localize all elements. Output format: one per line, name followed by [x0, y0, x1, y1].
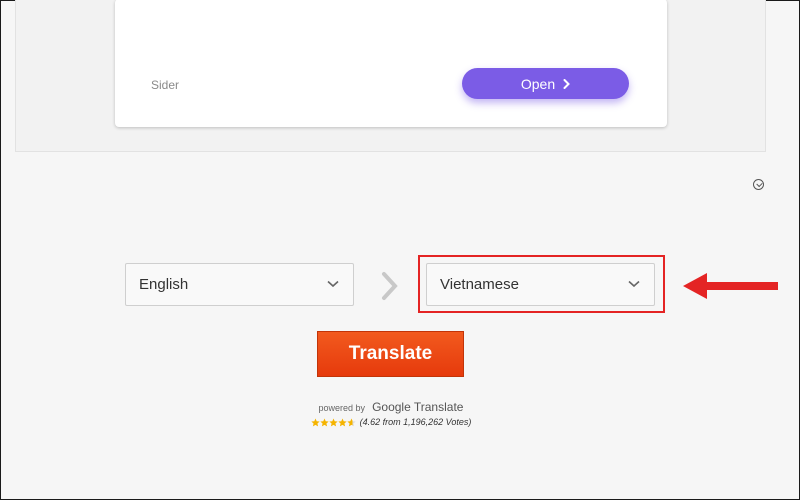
star-icon	[319, 418, 329, 426]
pointer-arrow-icon	[683, 273, 778, 299]
check-circle-icon[interactable]	[753, 179, 764, 190]
chevron-down-icon	[327, 280, 339, 288]
powered-by-label: powered by	[318, 403, 366, 413]
star-icon	[328, 418, 338, 426]
open-button-label: Open	[520, 75, 556, 92]
chevron-down-icon	[628, 280, 640, 288]
open-button[interactable]: Open	[462, 68, 629, 99]
ad-sider-label: Sider	[151, 78, 180, 92]
translate-button[interactable]: Translate	[317, 331, 464, 377]
google-translate-logo: Google Translate	[372, 400, 464, 414]
translate-button-label: Translate	[348, 343, 433, 364]
rating-text: (4.62 from 1,196,262 Votes)	[359, 417, 472, 427]
star-icon	[337, 418, 347, 426]
source-language-select[interactable]: English	[125, 263, 354, 306]
source-language-value: English	[139, 276, 189, 293]
target-language-value: Vietnamese	[440, 276, 519, 293]
ad-card: Sider Open	[115, 0, 667, 127]
star-icon	[310, 418, 320, 426]
star-rating	[310, 418, 356, 427]
star-icon	[346, 418, 356, 426]
rating: (4.62 from 1,196,262 Votes)	[1, 417, 781, 427]
chevron-right-icon	[563, 78, 571, 89]
chevron-right-icon	[382, 272, 398, 300]
target-language-select[interactable]: Vietnamese	[426, 263, 655, 306]
powered-by: powered by Google Translate	[1, 400, 781, 414]
